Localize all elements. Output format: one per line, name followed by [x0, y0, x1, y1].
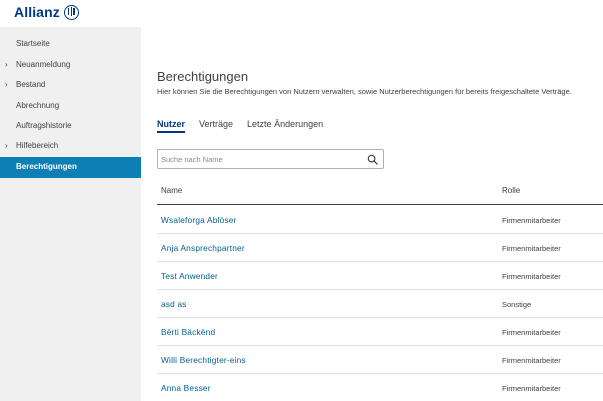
top-bar: Allianz	[0, 0, 603, 27]
page-subtitle: Hier können Sie die Berechtigungen von N…	[157, 87, 572, 96]
search-icon[interactable]	[367, 154, 378, 165]
table-row: Bërti Bäckënd Firmenmitarbeiter	[157, 318, 603, 346]
user-role: Firmenmitarbeiter	[502, 216, 561, 225]
user-name-link[interactable]: Wsaleforga Ablöser	[161, 215, 237, 225]
user-role: Firmenmitarbeiter	[502, 272, 561, 281]
sidebar-item-label: Auftragshistorie	[16, 121, 72, 130]
table-row: Test Anwender Firmenmitarbeiter	[157, 262, 603, 290]
sidebar-item-label: Berechtigungen	[16, 162, 77, 171]
table-row: Willi Berechtigter-eins Firmenmitarbeite…	[157, 346, 603, 374]
sidebar-item-hilfebereich[interactable]: › Hilfebereich	[0, 136, 141, 157]
column-header-role[interactable]: Rolle	[502, 186, 520, 195]
table-header: Name Rolle	[157, 178, 603, 205]
sidebar-item-label: Neuanmeldung	[16, 60, 71, 69]
sidebar-item-bestand[interactable]: › Bestand	[0, 75, 141, 96]
sidebar-item-label: Abrechnung	[16, 101, 60, 110]
column-header-name[interactable]: Name	[161, 186, 182, 195]
user-role: Firmenmitarbeiter	[502, 244, 561, 253]
user-role: Firmenmitarbeiter	[502, 356, 561, 365]
table-row: Anna Besser Firmenmitarbeiter	[157, 374, 603, 401]
allianz-logo[interactable]: Allianz	[14, 4, 79, 20]
allianz-eagle-icon	[63, 4, 79, 20]
sidebar-item-label: Bestand	[16, 80, 46, 89]
user-role: Firmenmitarbeiter	[502, 328, 561, 337]
page-title: Berechtigungen	[157, 69, 249, 84]
user-name-link[interactable]: Anna Besser	[161, 383, 211, 393]
search-box	[157, 149, 384, 169]
search-input[interactable]	[161, 153, 361, 166]
table-row: asd as Sonstige	[157, 290, 603, 318]
sidebar-item-label: Hilfebereich	[16, 141, 59, 150]
user-name-link[interactable]: asd as	[161, 299, 187, 309]
tab-bar: Nutzer Verträge Letzte Änderungen	[157, 119, 337, 133]
chevron-right-icon: ›	[5, 141, 8, 150]
user-name-link[interactable]: Test Anwender	[161, 271, 218, 281]
user-name-link[interactable]: Bërti Bäckënd	[161, 327, 215, 337]
user-role: Firmenmitarbeiter	[502, 384, 561, 393]
tab-letzte-aenderungen[interactable]: Letzte Änderungen	[247, 119, 323, 133]
tab-nutzer[interactable]: Nutzer	[157, 119, 186, 133]
user-name-link[interactable]: Anja Ansprechpartner	[161, 243, 245, 253]
sidebar-item-auftragshistorie[interactable]: Auftragshistorie	[0, 116, 141, 137]
sidebar-item-berechtigungen[interactable]: Berechtigungen	[0, 157, 141, 178]
logo-text: Allianz	[14, 4, 60, 20]
tab-vertraege[interactable]: Verträge	[199, 119, 233, 133]
user-name-link[interactable]: Willi Berechtigter-eins	[161, 355, 246, 365]
sidebar-item-label: Startseite	[16, 39, 50, 48]
table-row: Anja Ansprechpartner Firmenmitarbeiter	[157, 234, 603, 262]
sidebar-item-neuanmeldung[interactable]: › Neuanmeldung	[0, 55, 141, 76]
sidebar-item-abrechnung[interactable]: Abrechnung	[0, 96, 141, 117]
chevron-right-icon: ›	[5, 60, 8, 69]
chevron-right-icon: ›	[5, 80, 8, 89]
table-row: Wsaleforga Ablöser Firmenmitarbeiter	[157, 206, 603, 234]
sidebar-item-startseite[interactable]: Startseite	[0, 34, 141, 55]
sidebar: Startseite › Neuanmeldung › Bestand Abre…	[0, 27, 141, 401]
user-role: Sonstige	[502, 300, 532, 309]
main-content: Berechtigungen Hier können Sie die Berec…	[141, 50, 603, 401]
